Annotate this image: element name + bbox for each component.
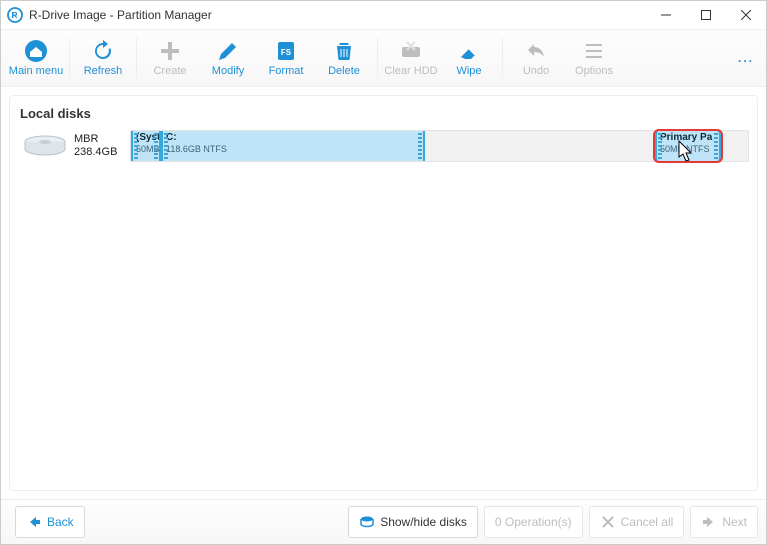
disks-icon bbox=[359, 514, 375, 530]
refresh-icon bbox=[91, 39, 115, 63]
partition-subtitle: 50MB NTFS bbox=[660, 144, 716, 155]
cancel-all-button: Cancel all bbox=[589, 506, 685, 538]
modify-button[interactable]: Modify bbox=[200, 32, 256, 84]
footer: Back Show/hide disks 0 Operation(s) Canc… bbox=[1, 499, 766, 544]
eraser-icon bbox=[457, 39, 481, 63]
titlebar: R-Drive Image - Partition Manager bbox=[1, 1, 766, 30]
options-button: Options bbox=[566, 32, 622, 84]
partition-2[interactable]: Primary Pa50MB NTFS bbox=[655, 131, 721, 161]
arrow-left-icon bbox=[26, 514, 42, 530]
create-button: Create bbox=[142, 32, 198, 84]
disk-icon bbox=[22, 133, 68, 159]
plus-icon bbox=[158, 39, 182, 63]
disk-info: MBR 238.4GB bbox=[74, 133, 130, 159]
undo-icon bbox=[524, 39, 548, 63]
delete-button[interactable]: Delete bbox=[316, 32, 372, 84]
hdd-x-icon bbox=[399, 39, 423, 63]
format-icon: FS bbox=[274, 39, 298, 63]
arrow-right-icon bbox=[701, 514, 717, 530]
x-icon bbox=[600, 514, 616, 530]
maximize-button[interactable] bbox=[686, 1, 726, 29]
toolbar: Main menu Refresh Create Modify FS Forma… bbox=[1, 30, 766, 87]
show-hide-disks-button[interactable]: Show/hide disks bbox=[348, 506, 478, 538]
svg-text:FS: FS bbox=[281, 48, 292, 57]
local-disks-heading: Local disks bbox=[20, 106, 749, 121]
disk-row: MBR 238.4GB (Syst50MB NTC:118.6GB NTFSPr… bbox=[18, 129, 749, 163]
format-button[interactable]: FS Format bbox=[258, 32, 314, 84]
pencil-icon bbox=[216, 39, 240, 63]
app-icon bbox=[7, 7, 23, 23]
clear-hdd-button: Clear HDD bbox=[383, 32, 439, 84]
operations-button: 0 Operation(s) bbox=[484, 506, 583, 538]
resize-handle-right[interactable] bbox=[418, 133, 422, 159]
partition-bar[interactable]: (Syst50MB NTC:118.6GB NTFSPrimary Pa50MB… bbox=[130, 130, 749, 162]
next-button: Next bbox=[690, 506, 758, 538]
resize-handle-right[interactable] bbox=[714, 133, 718, 159]
more-button[interactable]: ... bbox=[732, 47, 760, 69]
resize-handle-left[interactable] bbox=[134, 133, 138, 159]
partition-title: (Syst bbox=[136, 132, 156, 144]
resize-handle-left[interactable] bbox=[164, 133, 168, 159]
resize-handle-right[interactable] bbox=[154, 133, 158, 159]
partition-title: C: bbox=[166, 132, 420, 144]
undo-button: Undo bbox=[508, 32, 564, 84]
home-icon bbox=[24, 39, 48, 63]
partition-subtitle: 50MB NT bbox=[136, 144, 156, 155]
content-panel: Local disks MBR 238.4GB (Syst50MB NTC:11… bbox=[9, 95, 758, 491]
partition-0[interactable]: (Syst50MB NT bbox=[131, 131, 161, 161]
main-menu-button[interactable]: Main menu bbox=[8, 32, 64, 84]
partition-title: Primary Pa bbox=[660, 132, 716, 144]
disk-scheme: MBR bbox=[74, 133, 130, 146]
trash-icon bbox=[332, 39, 356, 63]
close-button[interactable] bbox=[726, 1, 766, 29]
back-button[interactable]: Back bbox=[15, 506, 85, 538]
resize-handle-left[interactable] bbox=[658, 133, 662, 159]
wipe-button[interactable]: Wipe bbox=[441, 32, 497, 84]
refresh-button[interactable]: Refresh bbox=[75, 32, 131, 84]
disk-size: 238.4GB bbox=[74, 146, 130, 159]
window-title: R-Drive Image - Partition Manager bbox=[29, 8, 212, 22]
partition-1[interactable]: C:118.6GB NTFS bbox=[161, 131, 425, 161]
minimize-button[interactable] bbox=[646, 1, 686, 29]
menu-icon bbox=[582, 39, 606, 63]
partition-subtitle: 118.6GB NTFS bbox=[166, 144, 420, 155]
app-window: R-Drive Image - Partition Manager Main m… bbox=[0, 0, 767, 545]
